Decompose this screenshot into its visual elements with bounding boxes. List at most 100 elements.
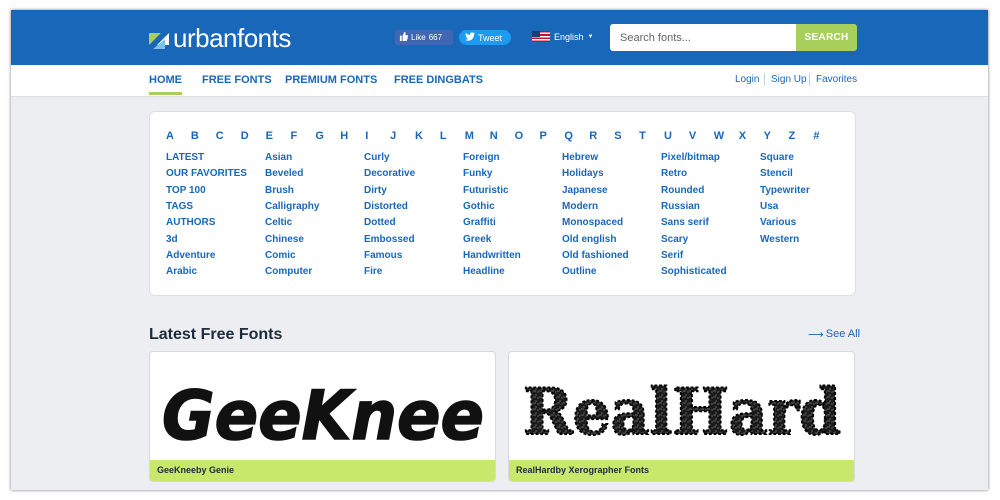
category-link[interactable]: Chinese [265, 234, 304, 245]
category-link[interactable]: Funky [463, 168, 492, 179]
alphabet-letter[interactable]: Q [564, 130, 573, 142]
category-link[interactable]: Distorted [364, 201, 408, 212]
signup-link[interactable]: Sign Up [771, 74, 807, 85]
alphabet-letter[interactable]: N [490, 130, 498, 142]
category-link[interactable]: Foreign [463, 152, 500, 163]
nav-free-fonts[interactable]: FREE FONTS [202, 74, 272, 86]
category-link[interactable]: Old english [562, 234, 616, 245]
alphabet-letter[interactable]: P [540, 130, 547, 142]
alphabet-letter[interactable]: # [813, 130, 819, 142]
category-link[interactable]: Retro [661, 168, 687, 179]
category-link[interactable]: Celtic [265, 217, 292, 228]
category-link[interactable]: Russian [661, 201, 700, 212]
category-link[interactable]: Scary [661, 234, 688, 245]
category-link[interactable]: Monospaced [562, 217, 623, 228]
category-link[interactable]: Arabic [166, 266, 197, 277]
font-card-realhard[interactable]: RealHard RealHardby Xerographer Fonts [508, 351, 855, 482]
category-link[interactable]: Brush [265, 185, 294, 196]
alphabet-letter[interactable]: A [166, 130, 174, 142]
see-all-link[interactable]: ⟶ See All [808, 328, 860, 341]
category-link[interactable]: Famous [364, 250, 402, 261]
category-link[interactable]: Modern [562, 201, 598, 212]
category-link[interactable]: Pixel/bitmap [661, 152, 720, 163]
category-link[interactable]: Holidays [562, 168, 604, 179]
language-selector[interactable]: English ▼ [532, 31, 593, 42]
alphabet-letter[interactable]: W [714, 130, 724, 142]
category-link[interactable]: 3d [166, 234, 178, 245]
category-link[interactable]: LATEST [166, 152, 204, 163]
category-link[interactable]: Graffiti [463, 217, 496, 228]
alphabet-letter[interactable]: G [315, 130, 324, 142]
alphabet-letter[interactable]: V [689, 130, 696, 142]
category-link[interactable]: Stencil [760, 168, 793, 179]
category-link[interactable]: Rounded [661, 185, 704, 196]
category-link[interactable]: Computer [265, 266, 312, 277]
category-link[interactable]: Asian [265, 152, 292, 163]
category-link[interactable]: Curly [364, 152, 390, 163]
category-link[interactable]: Adventure [166, 250, 215, 261]
category-link[interactable]: Dirty [364, 185, 387, 196]
category-link[interactable]: Handwritten [463, 250, 521, 261]
category-link[interactable]: Calligraphy [265, 201, 319, 212]
category-link[interactable]: Futuristic [463, 185, 509, 196]
category-link[interactable]: Typewriter [760, 185, 810, 196]
alphabet-letter[interactable]: K [415, 130, 423, 142]
logo-text: urbanfonts [173, 23, 291, 53]
alphabet-letter[interactable]: L [440, 130, 447, 142]
category-link[interactable]: Greek [463, 234, 491, 245]
category-link[interactable]: AUTHORS [166, 217, 215, 228]
category-link[interactable]: OUR FAVORITES [166, 168, 247, 179]
alphabet-letter[interactable]: J [390, 130, 396, 142]
category-link[interactable]: Dotted [364, 217, 396, 228]
font-preview-text: GeeKnee [162, 377, 484, 456]
facebook-like-button[interactable]: Like 667 [395, 30, 453, 45]
alphabet-letter[interactable]: I [365, 130, 368, 142]
nav-home[interactable]: HOME [149, 74, 182, 86]
category-link[interactable]: Usa [760, 201, 778, 212]
category-link[interactable]: Headline [463, 266, 505, 277]
category-link[interactable]: Western [760, 234, 799, 245]
category-link[interactable]: TAGS [166, 201, 193, 212]
category-link[interactable]: Embossed [364, 234, 415, 245]
search-input[interactable] [610, 24, 796, 51]
category-link[interactable]: Comic [265, 250, 296, 261]
alphabet-letter[interactable]: B [191, 130, 199, 142]
alphabet-letter[interactable]: U [664, 130, 672, 142]
category-link[interactable]: Sophisticated [661, 266, 727, 277]
top-header: urbanfonts Like 667 Tweet English ▼ SEAR… [11, 10, 988, 65]
alphabet-letter[interactable]: X [739, 130, 746, 142]
favorites-link[interactable]: Favorites [816, 74, 857, 85]
alphabet-letter[interactable]: H [340, 130, 348, 142]
font-card-geeknee[interactable]: GeeKnee GeeKneeby Genie [149, 351, 496, 482]
category-link[interactable]: Gothic [463, 201, 495, 212]
category-link[interactable]: Sans serif [661, 217, 709, 228]
alphabet-letter[interactable]: C [216, 130, 224, 142]
alphabet-letter[interactable]: Z [789, 130, 796, 142]
alphabet-letter[interactable]: F [291, 130, 298, 142]
nav-free-dingbats[interactable]: FREE DINGBATS [394, 74, 483, 86]
alphabet-letter[interactable]: S [614, 130, 621, 142]
category-link[interactable]: Japanese [562, 185, 608, 196]
alphabet-letter[interactable]: M [465, 130, 474, 142]
category-link[interactable]: Various [760, 217, 796, 228]
category-link[interactable]: Outline [562, 266, 596, 277]
category-link[interactable]: Square [760, 152, 794, 163]
category-link[interactable]: Old fashioned [562, 250, 629, 261]
search-button[interactable]: SEARCH [796, 24, 857, 51]
alphabet-letter[interactable]: O [515, 130, 524, 142]
category-link[interactable]: Serif [661, 250, 683, 261]
nav-premium-fonts[interactable]: PREMIUM FONTS [285, 74, 377, 86]
category-link[interactable]: Decorative [364, 168, 415, 179]
category-link[interactable]: TOP 100 [166, 185, 206, 196]
alphabet-letter[interactable]: R [589, 130, 597, 142]
tweet-button[interactable]: Tweet [459, 30, 511, 45]
category-link[interactable]: Hebrew [562, 152, 598, 163]
login-link[interactable]: Login [735, 74, 759, 85]
site-logo[interactable]: urbanfonts [149, 23, 291, 54]
category-link[interactable]: Beveled [265, 168, 303, 179]
alphabet-letter[interactable]: Y [764, 130, 771, 142]
category-link[interactable]: Fire [364, 266, 382, 277]
alphabet-letter[interactable]: E [266, 130, 273, 142]
alphabet-letter[interactable]: D [241, 130, 249, 142]
alphabet-letter[interactable]: T [639, 130, 646, 142]
